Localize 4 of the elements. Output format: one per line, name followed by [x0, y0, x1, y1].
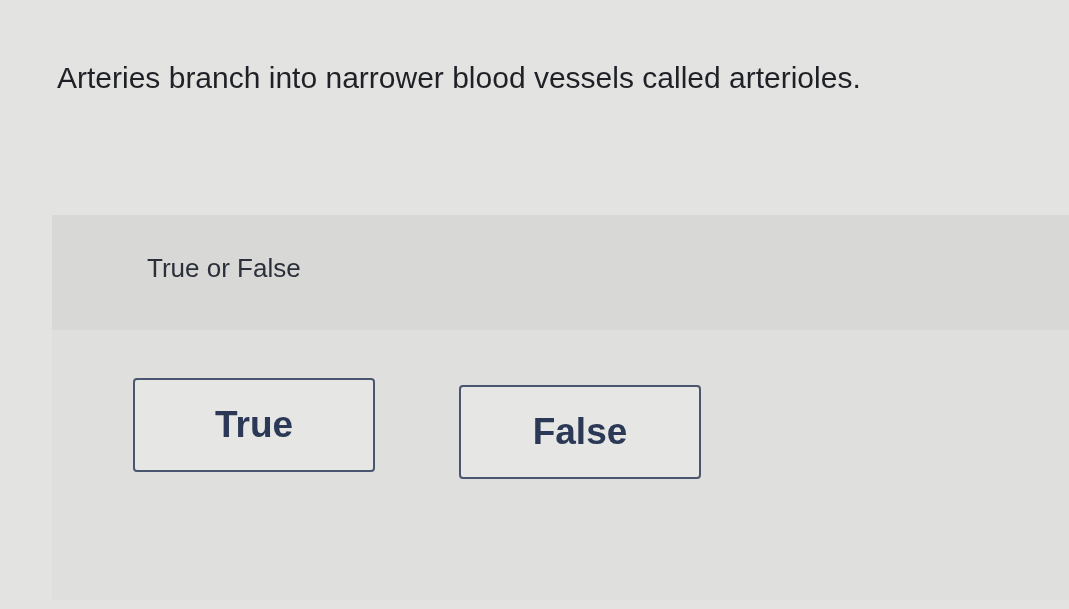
question-text: Arteries branch into narrower blood vessels called arterioles. — [57, 60, 861, 96]
answer-option-button[interactable]: False — [459, 385, 701, 479]
prompt-text: True or False — [147, 253, 301, 283]
answer-option-button[interactable]: True — [133, 378, 375, 472]
